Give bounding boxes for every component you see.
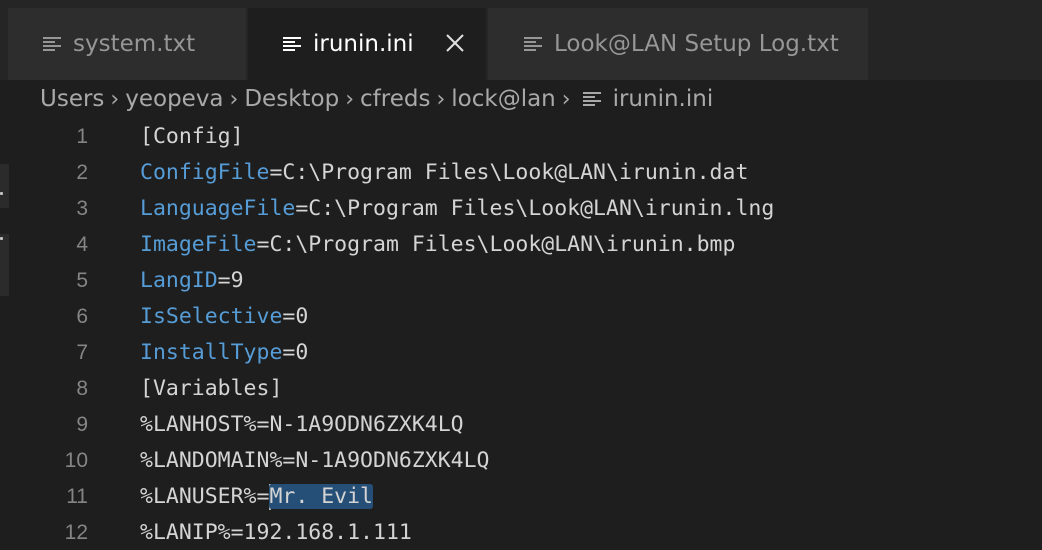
code-line: 2 ConfigFile=C:\Program Files\Look@LAN\i… <box>0 155 1042 191</box>
line-number: 4 <box>76 233 88 256</box>
line-number: 3 <box>76 197 88 220</box>
tab-label: system.txt <box>73 31 196 57</box>
breadcrumb-irunin-ini[interactable]: irunin.ini <box>613 86 714 112</box>
code-line: 9 %LANHOST%=N-1A9ODN6ZXK4LQ <box>0 407 1042 443</box>
ini-value: =C:\Program Files\Look@LAN\irunin.lng <box>295 196 775 221</box>
breadcrumb-users[interactable]: Users <box>40 86 104 112</box>
code-text: %LANUSER%= <box>140 484 270 509</box>
code-line: 3 LanguageFile=C:\Program Files\Look@LAN… <box>0 191 1042 227</box>
line-text[interactable]: [Config] <box>140 119 244 155</box>
tab-look-at-lan-setup-log[interactable]: Look@LAN Setup Log.txt <box>488 8 868 80</box>
line-text[interactable]: ConfigFile=C:\Program Files\Look@LAN\iru… <box>140 155 748 191</box>
code-line: 1 [Config] <box>0 119 1042 155</box>
ini-value: =0 <box>282 340 309 365</box>
code-line: 10 %LANDOMAIN%=N-1A9ODN6ZXK4LQ <box>0 443 1042 479</box>
ini-value: =9 <box>217 268 244 293</box>
code-line: 4 ImageFile=C:\Program Files\Look@LAN\ir… <box>0 227 1042 263</box>
chevron-right-icon: › <box>561 86 571 112</box>
editor-window: system.txt irunin.ini Look@LAN Setup Log… <box>0 0 1042 550</box>
line-text[interactable]: IsSelective=0 <box>140 299 308 335</box>
file-lines-icon <box>524 37 542 51</box>
line-text[interactable]: %LANHOST%=N-1A9ODN6ZXK4LQ <box>140 407 464 443</box>
chevron-right-icon: › <box>110 86 120 112</box>
ini-value: =C:\Program Files\Look@LAN\irunin.dat <box>269 160 749 185</box>
file-lines-icon <box>43 37 61 51</box>
code-editor[interactable]: 1 [Config] 2 ConfigFile=C:\Program Files… <box>0 118 1042 550</box>
file-lines-icon <box>283 37 301 51</box>
ini-key: IsSelective <box>140 304 283 329</box>
file-lines-icon <box>582 92 601 106</box>
code-text: [Config] <box>140 124 244 149</box>
code-text: %LANDOMAIN%=N-1A9ODN6ZXK4LQ <box>140 448 490 473</box>
line-number: 7 <box>76 341 88 364</box>
line-number: 12 <box>64 521 88 544</box>
ini-key: LanguageFile <box>140 196 296 221</box>
line-number: 2 <box>76 161 88 184</box>
selected-text[interactable]: Mr. Evil <box>269 484 374 509</box>
ini-key: LangID <box>140 268 218 293</box>
code-line: 7 InstallType=0 <box>0 335 1042 371</box>
line-number: 11 <box>66 485 88 508</box>
chevron-right-icon: › <box>345 86 355 112</box>
breadcrumb: Users › yeopeva › Desktop › cfreds › loc… <box>40 80 713 118</box>
tab-irunin-ini[interactable]: irunin.ini <box>248 8 486 80</box>
code-text: %LANIP%=192.168.1.111 <box>140 520 412 545</box>
line-text[interactable]: ImageFile=C:\Program Files\Look@LAN\irun… <box>140 227 735 263</box>
ini-key: InstallType <box>140 340 283 365</box>
code-line: 5 LangID=9 <box>0 263 1042 299</box>
chevron-right-icon: › <box>436 86 446 112</box>
close-icon[interactable] <box>444 32 466 54</box>
tab-system-txt[interactable]: system.txt <box>8 8 246 80</box>
tab-label: irunin.ini <box>313 31 414 57</box>
line-text[interactable]: LanguageFile=C:\Program Files\Look@LAN\i… <box>140 191 774 227</box>
breadcrumb-yeopeva[interactable]: yeopeva <box>125 86 223 112</box>
tab-label: Look@LAN Setup Log.txt <box>554 31 839 57</box>
line-text[interactable]: %LANUSER%=Mr. Evil <box>140 479 374 515</box>
breadcrumb-lock-at-lan[interactable]: lock@lan <box>451 86 556 112</box>
line-number: 10 <box>64 449 88 472</box>
ini-value: =C:\Program Files\Look@LAN\irunin.bmp <box>256 232 736 257</box>
code-line: 8 [Variables] <box>0 371 1042 407</box>
line-text[interactable]: InstallType=0 <box>140 335 308 371</box>
code-text: [Variables] <box>140 376 283 401</box>
line-text[interactable]: %LANDOMAIN%=N-1A9ODN6ZXK4LQ <box>140 443 490 479</box>
ini-value: =0 <box>282 304 309 329</box>
line-number: 1 <box>76 125 88 148</box>
chevron-right-icon: › <box>229 86 239 112</box>
tab-bar: system.txt irunin.ini Look@LAN Setup Log… <box>0 0 1042 80</box>
ini-key: ImageFile <box>140 232 257 257</box>
breadcrumb-cfreds[interactable]: cfreds <box>360 86 430 112</box>
code-line: 12 %LANIP%=192.168.1.111 <box>0 515 1042 550</box>
line-number: 5 <box>76 269 88 292</box>
line-text[interactable]: [Variables] <box>140 371 282 407</box>
breadcrumb-desktop[interactable]: Desktop <box>244 86 339 112</box>
line-text[interactable]: LangID=9 <box>140 263 244 299</box>
line-number: 9 <box>76 413 88 436</box>
line-text[interactable]: %LANIP%=192.168.1.111 <box>140 515 412 550</box>
line-number: 6 <box>76 305 88 328</box>
ini-key: ConfigFile <box>140 160 270 185</box>
line-number: 8 <box>76 377 88 400</box>
code-line: 6 IsSelective=0 <box>0 299 1042 335</box>
code-line: 11 %LANUSER%=Mr. Evil <box>0 479 1042 515</box>
code-text: %LANHOST%=N-1A9ODN6ZXK4LQ <box>140 412 464 437</box>
